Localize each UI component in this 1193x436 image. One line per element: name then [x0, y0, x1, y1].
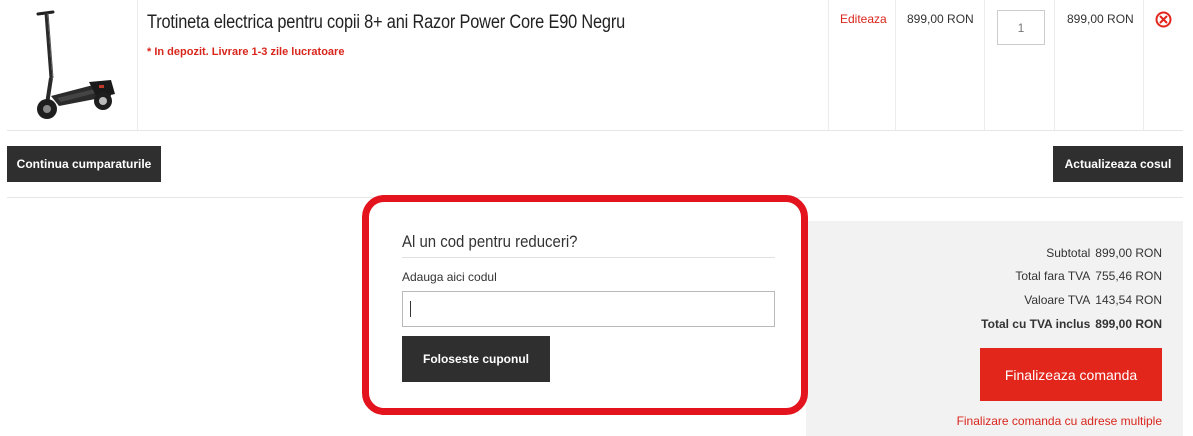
continue-shopping-button[interactable]: Continua cumparaturile — [7, 146, 161, 182]
checkout-button[interactable]: Finalizeaza comanda — [980, 348, 1162, 401]
column-separator — [1143, 0, 1144, 130]
vat-value: 143,54 RON — [1095, 293, 1162, 307]
totals-panel: Subtotal 899,00 RON Total fara TVA 755,4… — [806, 221, 1183, 436]
net-total-label: Total fara TVA — [1015, 269, 1091, 283]
column-separator — [1054, 0, 1055, 130]
remove-icon[interactable] — [1155, 11, 1172, 28]
subtotal-line: Subtotal 899,00 RON — [1046, 246, 1162, 260]
grand-total-label: Total cu TVA inclus — [981, 317, 1091, 331]
net-total-line: Total fara TVA 755,46 RON — [1015, 269, 1162, 283]
subtotal-label: Subtotal — [1046, 246, 1091, 260]
column-separator — [895, 0, 896, 130]
coupon-highlight-frame — [362, 195, 808, 415]
column-separator — [137, 0, 138, 130]
grand-total-line: Total cu TVA inclus 899,00 RON — [981, 317, 1162, 331]
update-cart-button[interactable]: Actualizeaza cosul — [1053, 146, 1183, 182]
grand-total-value: 899,00 RON — [1095, 317, 1162, 331]
net-total-value: 755,46 RON — [1095, 269, 1162, 283]
vat-label: Valoare TVA — [1024, 293, 1091, 307]
subtotal-value: 899,00 RON — [1095, 246, 1162, 260]
quantity-input[interactable] — [997, 10, 1045, 45]
unit-price: 899,00 RON — [907, 12, 974, 26]
stock-status: * In depozit. Livrare 1-3 zile lucratoar… — [147, 46, 345, 58]
cart-item-row: Trotineta electrica pentru copii 8+ ani … — [7, 0, 1183, 131]
multi-address-checkout-link[interactable]: Finalizare comanda cu adrese multiple — [957, 414, 1162, 428]
vat-line: Valoare TVA 143,54 RON — [1024, 293, 1162, 307]
edit-item-link[interactable]: Editeaza — [840, 12, 887, 26]
product-image[interactable] — [27, 6, 122, 124]
product-name[interactable]: Trotineta electrica pentru copii 8+ ani … — [147, 12, 625, 34]
column-separator — [984, 0, 985, 130]
row-total: 899,00 RON — [1067, 12, 1134, 26]
column-separator — [828, 0, 829, 130]
